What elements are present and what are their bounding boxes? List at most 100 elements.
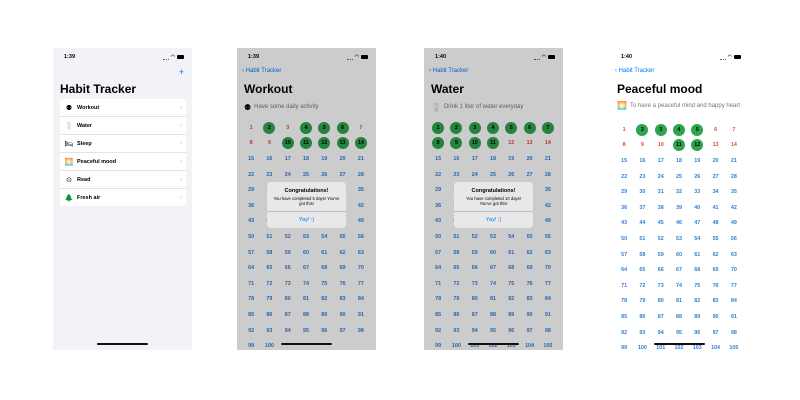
day-cell[interactable]: 40	[688, 200, 706, 216]
day-cell[interactable]: 57	[615, 247, 633, 263]
day-cell[interactable]: 4	[670, 122, 688, 138]
day-cell[interactable]: 84	[725, 294, 743, 310]
add-habit-button[interactable]: +	[179, 68, 184, 77]
day-cell[interactable]: 68	[688, 262, 706, 278]
day-cell[interactable]: 75	[688, 278, 706, 294]
day-cell[interactable]: 8	[615, 138, 633, 154]
day-cell[interactable]: 89	[688, 309, 706, 325]
day-cell[interactable]: 104	[706, 340, 724, 350]
day-cell[interactable]: 103	[688, 340, 706, 350]
day-cell[interactable]: 67	[670, 262, 688, 278]
habit-row[interactable]: 🌅 Peaceful mood ›	[60, 153, 186, 171]
day-cell[interactable]: 13	[706, 138, 724, 154]
day-cell[interactable]: 97	[706, 325, 724, 341]
day-cell[interactable]: 50	[615, 231, 633, 247]
day-cell[interactable]: 16	[633, 153, 651, 169]
home-indicator[interactable]	[468, 343, 519, 345]
day-cell[interactable]: 85	[615, 309, 633, 325]
habit-row[interactable]: 🌲 Fresh air ›	[60, 189, 186, 206]
day-cell[interactable]: 59	[652, 247, 670, 263]
day-cell[interactable]: 86	[633, 309, 651, 325]
day-cell[interactable]: 36	[615, 200, 633, 216]
day-cell[interactable]: 77	[725, 278, 743, 294]
day-cell[interactable]: 33	[688, 184, 706, 200]
day-cell[interactable]: 6	[706, 122, 724, 138]
day-cell[interactable]: 61	[688, 247, 706, 263]
habit-row[interactable]: 🥛 Water ›	[60, 117, 186, 135]
day-cell[interactable]: 27	[706, 169, 724, 185]
day-cell[interactable]: 2	[633, 122, 651, 138]
day-cell[interactable]: 42	[725, 200, 743, 216]
day-cell[interactable]: 17	[652, 153, 670, 169]
day-cell[interactable]: 93	[633, 325, 651, 341]
day-cell[interactable]: 79	[633, 294, 651, 310]
day-cell[interactable]: 12	[688, 138, 706, 154]
day-cell[interactable]: 34	[706, 184, 724, 200]
day-cell[interactable]: 58	[633, 247, 651, 263]
habit-row[interactable]: ⚉ Workout ›	[60, 99, 186, 117]
home-indicator[interactable]	[97, 343, 148, 345]
day-cell[interactable]: 32	[670, 184, 688, 200]
day-cell[interactable]: 74	[670, 278, 688, 294]
day-cell[interactable]: 5	[688, 122, 706, 138]
day-cell[interactable]: 51	[633, 231, 651, 247]
day-cell[interactable]: 92	[615, 325, 633, 341]
home-indicator[interactable]	[281, 343, 332, 345]
day-cell[interactable]: 28	[725, 169, 743, 185]
day-cell[interactable]: 3	[652, 122, 670, 138]
day-cell[interactable]: 83	[706, 294, 724, 310]
day-cell[interactable]: 96	[688, 325, 706, 341]
habit-row[interactable]: ⊙ Read ›	[60, 171, 186, 189]
day-cell[interactable]: 94	[652, 325, 670, 341]
day-cell[interactable]: 82	[688, 294, 706, 310]
day-cell[interactable]: 54	[688, 231, 706, 247]
day-cell[interactable]: 30	[633, 184, 651, 200]
day-cell[interactable]: 71	[615, 278, 633, 294]
day-cell[interactable]: 14	[725, 138, 743, 154]
day-cell[interactable]: 37	[633, 200, 651, 216]
day-cell[interactable]: 35	[725, 184, 743, 200]
day-cell[interactable]: 72	[633, 278, 651, 294]
habit-row[interactable]: 🛏 Sleep ›	[60, 135, 186, 153]
day-cell[interactable]: 101	[652, 340, 670, 350]
day-cell[interactable]: 25	[670, 169, 688, 185]
day-cell[interactable]: 39	[670, 200, 688, 216]
alert-confirm-button[interactable]: Yay! :)	[454, 211, 533, 228]
day-cell[interactable]: 73	[652, 278, 670, 294]
day-cell[interactable]: 64	[615, 262, 633, 278]
day-cell[interactable]: 90	[706, 309, 724, 325]
day-cell[interactable]: 9	[633, 138, 651, 154]
day-cell[interactable]: 70	[725, 262, 743, 278]
day-cell[interactable]: 66	[652, 262, 670, 278]
day-cell[interactable]: 10	[652, 138, 670, 154]
day-cell[interactable]: 55	[706, 231, 724, 247]
day-cell[interactable]: 65	[633, 262, 651, 278]
day-cell[interactable]: 31	[652, 184, 670, 200]
day-cell[interactable]: 62	[706, 247, 724, 263]
home-indicator[interactable]	[654, 343, 705, 345]
day-cell[interactable]: 49	[725, 216, 743, 232]
day-cell[interactable]: 78	[615, 294, 633, 310]
day-cell[interactable]: 56	[725, 231, 743, 247]
day-cell[interactable]: 63	[725, 247, 743, 263]
day-cell[interactable]: 88	[670, 309, 688, 325]
day-cell[interactable]: 105	[725, 340, 743, 350]
day-cell[interactable]: 19	[688, 153, 706, 169]
day-cell[interactable]: 87	[652, 309, 670, 325]
day-cell[interactable]: 38	[652, 200, 670, 216]
day-cell[interactable]: 11	[670, 138, 688, 154]
day-cell[interactable]: 29	[615, 184, 633, 200]
day-cell[interactable]: 69	[706, 262, 724, 278]
day-cell[interactable]: 47	[688, 216, 706, 232]
day-cell[interactable]: 23	[633, 169, 651, 185]
day-cell[interactable]: 45	[652, 216, 670, 232]
day-cell[interactable]: 24	[652, 169, 670, 185]
day-cell[interactable]: 48	[706, 216, 724, 232]
day-cell[interactable]: 26	[688, 169, 706, 185]
day-cell[interactable]: 98	[725, 325, 743, 341]
day-cell[interactable]: 102	[670, 340, 688, 350]
day-cell[interactable]: 21	[725, 153, 743, 169]
day-cell[interactable]: 41	[706, 200, 724, 216]
day-cell[interactable]: 1	[615, 122, 633, 138]
day-cell[interactable]: 44	[633, 216, 651, 232]
